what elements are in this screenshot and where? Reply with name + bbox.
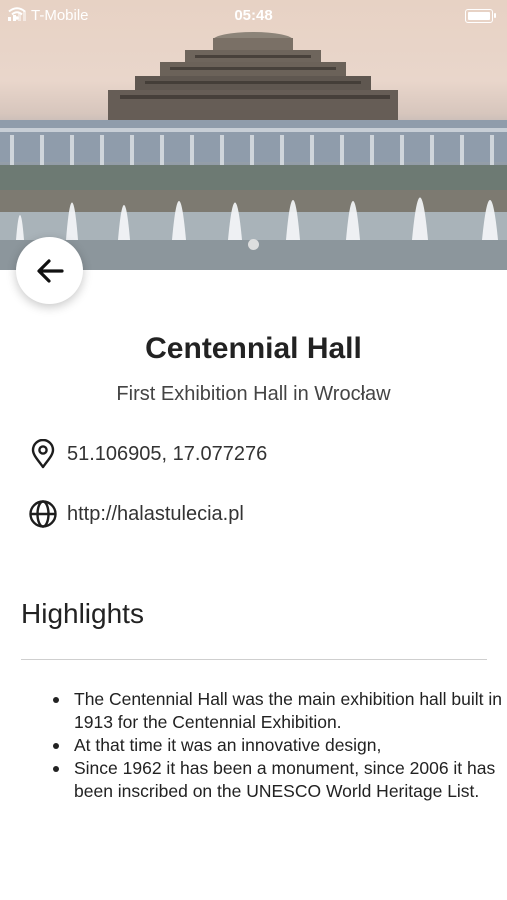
coordinates-text: 51.106905, 17.077276 — [67, 442, 268, 465]
highlights-list: The Centennial Hall was the main exhibit… — [36, 688, 507, 803]
list-item: Since 1962 it has been a monument, since… — [53, 757, 507, 803]
map-pin-icon — [28, 439, 58, 469]
globe-icon — [28, 499, 58, 529]
place-subtitle: First Exhibition Hall in Wrocław — [116, 383, 391, 405]
website-row[interactable]: http://halastulecia.pl — [28, 499, 244, 529]
hero-image[interactable]: T-Mobile 05:48 — [0, 0, 507, 270]
divider — [21, 659, 487, 660]
back-button[interactable] — [16, 237, 83, 304]
status-bar: T-Mobile 05:48 — [0, 0, 507, 30]
arrow-left-icon — [36, 258, 64, 283]
centennial-hall-photo — [0, 32, 507, 270]
place-title: Centennial Hall — [145, 332, 362, 365]
coordinates-row[interactable]: 51.106905, 17.077276 — [28, 439, 267, 469]
status-time: 05:48 — [234, 7, 273, 24]
list-item: The Centennial Hall was the main exhibit… — [53, 688, 507, 734]
carousel-page-indicator[interactable] — [248, 239, 259, 250]
list-item: At that time it was an innovative design… — [53, 734, 507, 757]
highlights-heading: Highlights — [21, 598, 144, 629]
battery-icon — [465, 9, 496, 23]
website-link[interactable]: http://halastulecia.pl — [67, 503, 244, 526]
